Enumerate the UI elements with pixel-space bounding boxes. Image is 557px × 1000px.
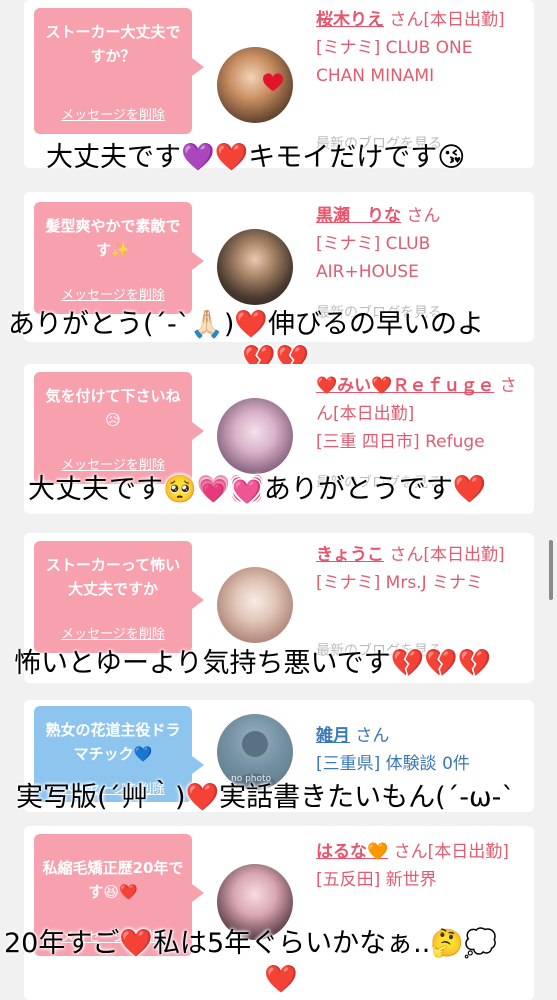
overlay-comment-line2: ❤️ <box>264 964 298 995</box>
shop-name: [五反田] 新世界 <box>316 870 437 890</box>
bubble-tail <box>192 252 204 270</box>
girl-status: さん <box>355 726 390 746</box>
bubble-text: ストーカーって怖い大丈夫ですか <box>45 556 181 598</box>
girl-info: はるな🧡 さん[本日出勤] [五反田] 新世界 <box>316 838 526 894</box>
girl-status: さん[本日出勤] <box>389 10 505 30</box>
girl-name-link[interactable]: 黒瀬 りな <box>316 206 401 226</box>
girl-status: さん[本日出勤] <box>389 545 505 565</box>
bubble-tail <box>192 756 204 774</box>
shop-name: [三重県] 体験談 0件 <box>316 754 470 774</box>
girl-info: 桜木りえ さん[本日出勤] [ミナミ] CLUB ONE CHAN MINAMI <box>316 6 526 90</box>
overlay-comment: 大丈夫です💜❤️キモイだけです😘 <box>46 142 466 173</box>
message-bubble: 髪型爽やかで素敵です✨ メッセージを削除 <box>34 202 204 314</box>
girl-name-link[interactable]: 桜木りえ <box>316 10 384 30</box>
bubble-text: 髪型爽やかで素敵です✨ <box>45 217 181 259</box>
overlay-comment: 大丈夫です🥺💗💓ありがとうです❤️ <box>28 474 487 505</box>
shop-name: [ミナミ] Mrs.J ミナミ <box>316 573 484 593</box>
scrollbar[interactable] <box>549 540 553 600</box>
girl-info: 雑月 さん [三重県] 体験談 0件 <box>316 722 526 778</box>
bubble-tail <box>192 422 204 440</box>
heart-sticker-icon <box>263 73 283 91</box>
girl-name-link[interactable]: 雑月 <box>316 726 350 746</box>
shop-name: [三重 四日市] Refuge <box>316 432 485 452</box>
bubble-tail <box>192 591 204 609</box>
message-bubble: ストーカー大丈夫ですか？ メッセージを削除 <box>34 8 204 134</box>
bubble-tail <box>192 58 204 76</box>
message-bubble: ストーカーって怖い大丈夫ですか メッセージを削除 <box>34 541 204 653</box>
avatar[interactable] <box>217 47 293 123</box>
girl-info: 黒瀬 りな さん [ミナミ] CLUB AIR+HOUSE <box>316 202 526 286</box>
girl-name-link[interactable]: はるな🧡 <box>316 842 388 862</box>
delete-message-link[interactable]: メッセージを削除 <box>34 458 192 474</box>
avatar[interactable] <box>217 229 293 305</box>
message-bubble: 気を付けて下さいね😥 メッセージを削除 <box>34 372 204 484</box>
overlay-comment: 実写版(´艸｀)❤️実話書きたいもん(´-ω-` <box>16 782 515 813</box>
bubble-text: 熟女の花道主役ドラマチック💙 <box>45 721 181 763</box>
delete-message-link[interactable]: メッセージを削除 <box>34 288 192 304</box>
bubble-text: ストーカー大丈夫ですか？ <box>45 23 181 65</box>
delete-message-link[interactable]: メッセージを削除 <box>34 108 192 124</box>
girl-name-link[interactable]: ❤️みい❤️Ｒｅｆｕｇｅ <box>316 376 494 396</box>
girl-info: ❤️みい❤️Ｒｅｆｕｇｅ さん[本日出勤] [三重 四日市] Refuge <box>316 372 526 456</box>
shop-name: [ミナミ] CLUB AIR+HOUSE <box>316 234 431 282</box>
avatar[interactable] <box>217 398 293 474</box>
avatar[interactable]: no photo <box>217 714 293 790</box>
bubble-text: 気を付けて下さいね😥 <box>45 387 181 429</box>
girl-status: さん <box>406 206 441 226</box>
girl-status: さん[本日出勤] <box>393 842 509 862</box>
overlay-comment: 怖いとゆーより気持ち悪いです💔💔💔 <box>14 648 492 679</box>
bubble-text: 私縮毛矯正歴20年です😆❤️ <box>42 859 184 901</box>
girl-name-link[interactable]: きょうこ <box>316 545 384 565</box>
overlay-comment: ありがとう(´-`🙏🏻)❤️伸びるの早いのよ <box>8 309 485 340</box>
delete-message-link[interactable]: メッセージを削除 <box>34 627 192 643</box>
shop-name: [ミナミ] CLUB ONE CHAN MINAMI <box>316 38 473 86</box>
avatar[interactable] <box>217 567 293 643</box>
overlay-comment: 20年すご❤️私は5年ぐらいかなぁ..🤔💭 <box>4 928 498 959</box>
bubble-tail <box>192 884 204 902</box>
girl-info: きょうこ さん[本日出勤] [ミナミ] Mrs.J ミナミ <box>316 541 526 597</box>
